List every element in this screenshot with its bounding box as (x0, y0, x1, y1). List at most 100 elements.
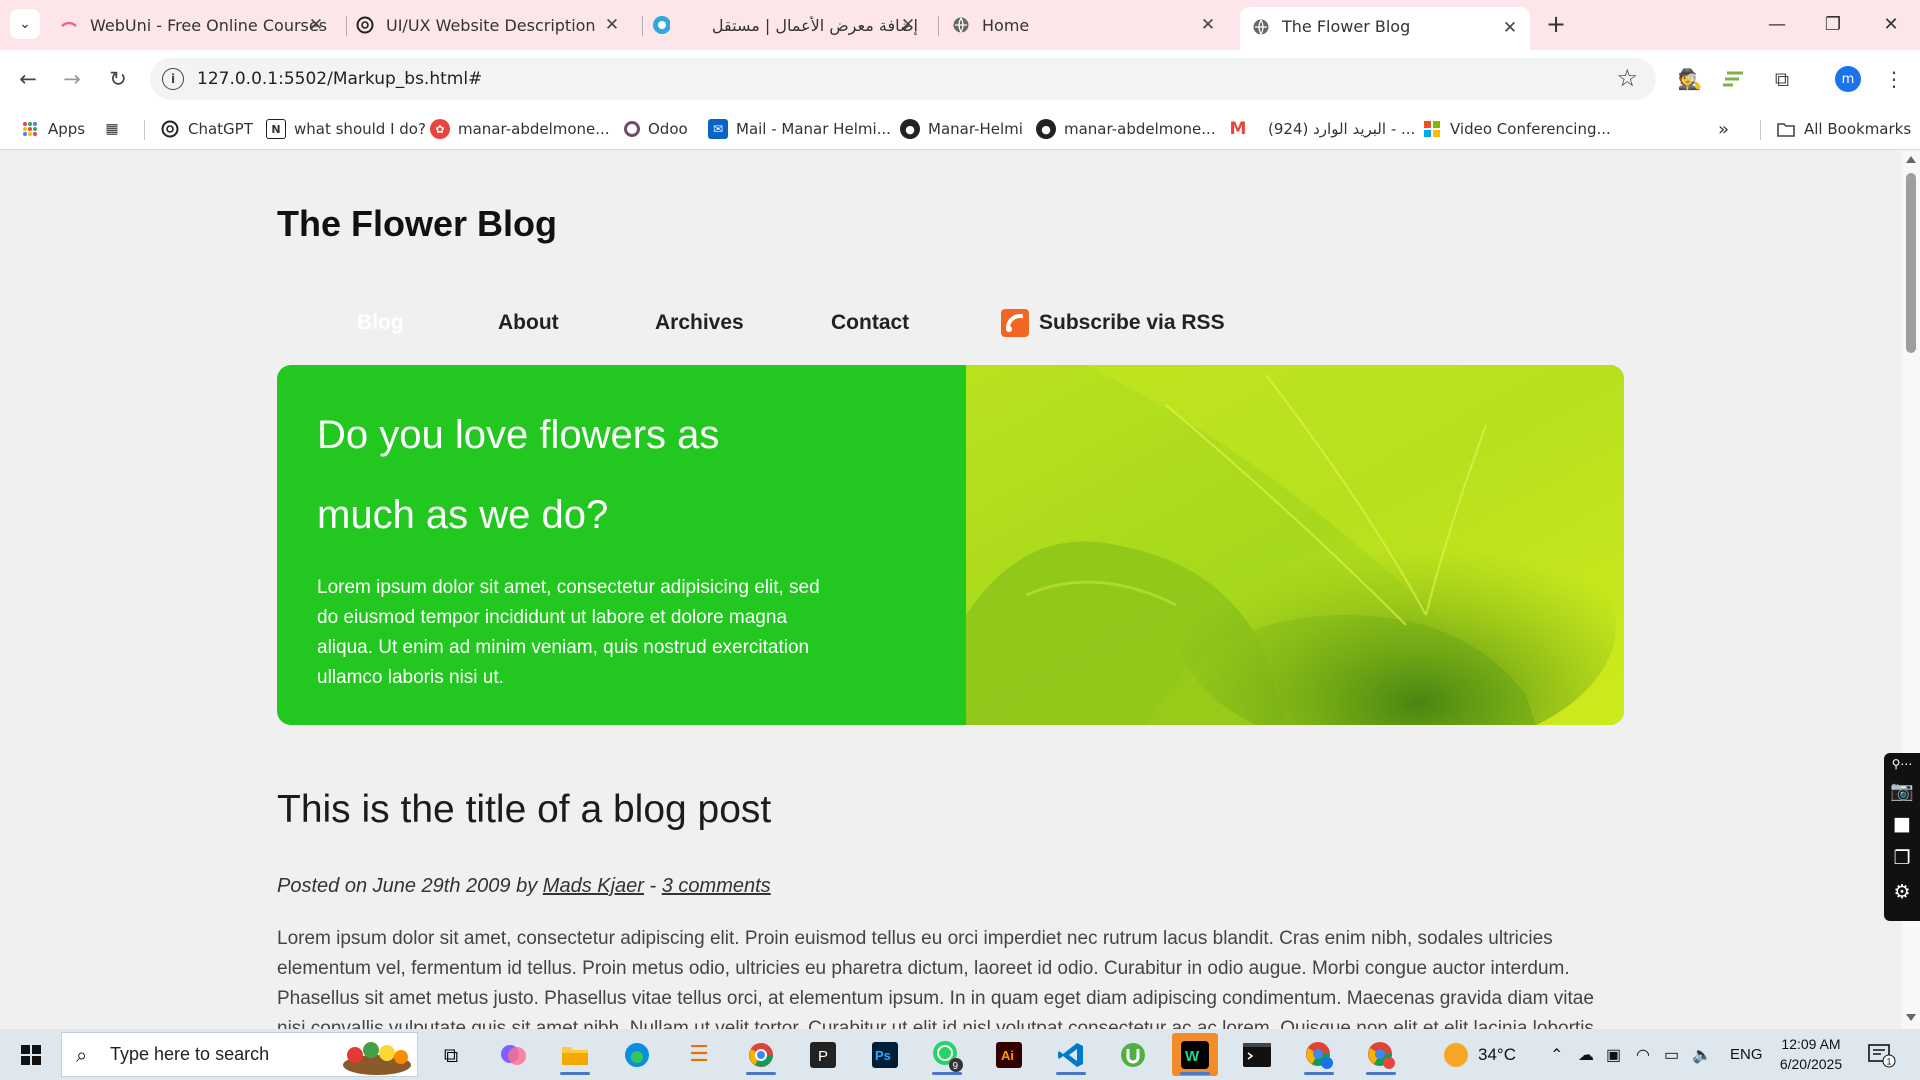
tab-home[interactable]: Home ✕ (952, 9, 1228, 41)
tab-groups-icon[interactable]: ▦ (102, 116, 130, 142)
close-icon[interactable]: ✕ (600, 13, 624, 37)
outlook-icon: ✉ (708, 119, 728, 139)
svg-text:W: W (1185, 1048, 1200, 1065)
profile-avatar[interactable]: m (1835, 66, 1861, 92)
close-icon[interactable]: ✕ (304, 13, 328, 37)
volume-icon[interactable]: 🔈 (1692, 1029, 1712, 1080)
all-bookmarks[interactable]: All Bookmarks (1776, 116, 1911, 142)
taskbar-search[interactable]: ⌕ Type here to search (61, 1032, 418, 1077)
vscode-icon[interactable] (1048, 1033, 1094, 1076)
mostaql-icon (652, 16, 670, 34)
extensions-puzzle-icon[interactable]: ⧉ (1768, 65, 1796, 93)
display-icon[interactable]: ▣ (1606, 1029, 1621, 1080)
windows-start-icon[interactable] (8, 1033, 54, 1076)
settings-gear-icon[interactable]: ⚙ (1884, 877, 1920, 907)
bookmark-manar-1[interactable]: ✿ manar-abdelmone... (430, 116, 610, 142)
close-icon[interactable]: ✕ (1498, 16, 1522, 40)
bookmark-gmail[interactable]: M (924) البريد الوارد - ... (1228, 116, 1416, 142)
site-info-icon[interactable]: i (162, 68, 184, 90)
battery-icon[interactable]: ▭ (1664, 1029, 1679, 1080)
url-text[interactable]: 127.0.0.1:5502/Markup_bs.html# (197, 69, 482, 89)
chrome-profile-2-icon[interactable] (1358, 1033, 1404, 1076)
back-arrow-icon[interactable]: ← (12, 63, 44, 95)
nav-archives[interactable]: Archives (655, 306, 744, 340)
bookmark-chatgpt[interactable]: ChatGPT (160, 116, 253, 142)
reload-icon[interactable]: ↻ (102, 63, 134, 95)
system-clock[interactable]: 12:09 AM 6/20/2025 (1770, 1034, 1852, 1074)
bookmarks-bar: Apps ▦ ChatGPT N what should I do? ✿ man… (0, 108, 1920, 150)
brand-icon: ✿ (430, 119, 450, 139)
forward-arrow-icon[interactable]: → (56, 63, 88, 95)
copilot-icon[interactable] (490, 1033, 536, 1076)
menu-kebab-icon[interactable]: ⋮ (1880, 65, 1908, 93)
webstorm-icon[interactable]: W (1172, 1033, 1218, 1076)
app-p-icon[interactable]: P (800, 1033, 846, 1076)
post-author-link[interactable]: Mads Kjaer (543, 875, 644, 897)
tab-webuni[interactable]: WebUni - Free Online Courses ✕ (60, 9, 336, 41)
extension-lines-icon[interactable] (1720, 65, 1748, 93)
flower-image (966, 365, 1624, 725)
edge-browser-icon[interactable] (614, 1033, 660, 1076)
scroll-down-arrow-icon[interactable] (1906, 1014, 1916, 1021)
new-tab-button[interactable]: + (1542, 10, 1570, 38)
task-view-icon[interactable]: ⧉ (428, 1033, 474, 1076)
post-meta-separator: - (649, 875, 657, 897)
scroll-up-arrow-icon[interactable] (1906, 156, 1916, 163)
bookmark-mail[interactable]: ✉ Mail - Manar Helmi... (708, 116, 891, 142)
camera-icon[interactable]: 📷 (1884, 775, 1920, 805)
notifications-icon[interactable]: 1 (1868, 1029, 1896, 1080)
bookmark-github-2[interactable]: ● manar-abdelmone... (1036, 116, 1216, 142)
page-viewport: The Flower Blog Blog About Archives Cont… (0, 151, 1902, 1029)
onedrive-icon[interactable]: ☁ (1578, 1029, 1594, 1080)
chatgpt-icon (356, 16, 374, 34)
windows-taskbar: ⌕ Type here to search ⧉ ☰ P Ps 9 Ai W 34… (0, 1029, 1920, 1080)
site-title: The Flower Blog (277, 203, 558, 244)
file-explorer-icon[interactable] (552, 1033, 598, 1076)
svg-text:Ai: Ai (1001, 1048, 1014, 1063)
bookmark-odoo[interactable]: Odoo (624, 116, 688, 142)
app-orange-icon[interactable]: ☰ (676, 1033, 722, 1076)
hero-text: Do you love flowers as much as we do? Lo… (317, 395, 827, 693)
nav-subscribe-rss[interactable]: Subscribe via RSS (1001, 306, 1225, 340)
illustrator-icon[interactable]: Ai (986, 1033, 1032, 1076)
show-hidden-icons-chevron-icon[interactable]: ⌃ (1550, 1029, 1563, 1080)
photoshop-icon[interactable]: Ps (862, 1033, 908, 1076)
bookmark-video[interactable]: Video Conferencing... (1422, 116, 1611, 142)
chrome-icon[interactable] (738, 1033, 784, 1076)
bookmark-notion[interactable]: N what should I do? (266, 116, 426, 142)
bookmark-star-icon[interactable]: ☆ (1616, 64, 1638, 92)
weather-widget[interactable]: 34°C (1444, 1029, 1516, 1080)
tab-strip: ⌄ WebUni - Free Online Courses ✕ UI/UX W… (0, 0, 1920, 50)
language-indicator[interactable]: ENG (1730, 1029, 1763, 1080)
hero-banner: Do you love flowers as much as we do? Lo… (277, 365, 1624, 725)
close-icon[interactable]: ✕ (896, 13, 920, 37)
widget-handle-icon[interactable]: ⚲⋯ (1884, 753, 1920, 775)
restore-icon[interactable]: ❐ (1818, 10, 1848, 38)
chrome-profile-icon[interactable] (1296, 1033, 1342, 1076)
whatsapp-icon[interactable]: 9 (924, 1033, 970, 1076)
more-bookmarks-chevron-icon[interactable]: » (1718, 116, 1729, 142)
post-comments-link[interactable]: 3 comments (662, 875, 771, 897)
terminal-icon[interactable] (1234, 1033, 1280, 1076)
tab-mostaql[interactable]: إضافة معرض الأعمال | مستقل ✕ (652, 9, 928, 41)
gallery-icon[interactable]: ❐ (1884, 843, 1920, 873)
whatsapp-badge: 9 (953, 1061, 959, 1072)
tab-search-chevron-icon[interactable]: ⌄ (10, 9, 40, 39)
video-camera-icon[interactable]: ■ (1884, 809, 1920, 839)
nav-blog[interactable]: Blog (357, 306, 404, 340)
address-bar[interactable]: i 127.0.0.1:5502/Markup_bs.html# ☆ (150, 58, 1656, 100)
bookmark-apps[interactable]: Apps (20, 116, 85, 142)
tab-flower-blog[interactable]: The Flower Blog ✕ (1240, 7, 1530, 50)
tab-uiux-description[interactable]: UI/UX Website Description ✕ (356, 9, 632, 41)
hero-body: Lorem ipsum dolor sit amet, consectetur … (317, 577, 820, 688)
nav-contact[interactable]: Contact (831, 306, 909, 340)
close-window-icon[interactable]: ✕ (1876, 10, 1906, 38)
utorrent-icon[interactable] (1110, 1033, 1156, 1076)
minimize-icon[interactable]: — (1762, 10, 1792, 38)
close-icon[interactable]: ✕ (1196, 13, 1220, 37)
scroll-thumb[interactable] (1906, 173, 1916, 353)
wifi-icon[interactable]: ◠ (1636, 1029, 1650, 1080)
extension-spy-icon[interactable]: 🕵 (1676, 65, 1704, 93)
nav-about[interactable]: About (498, 306, 559, 340)
bookmark-github-1[interactable]: ● Manar-Helmi (900, 116, 1023, 142)
